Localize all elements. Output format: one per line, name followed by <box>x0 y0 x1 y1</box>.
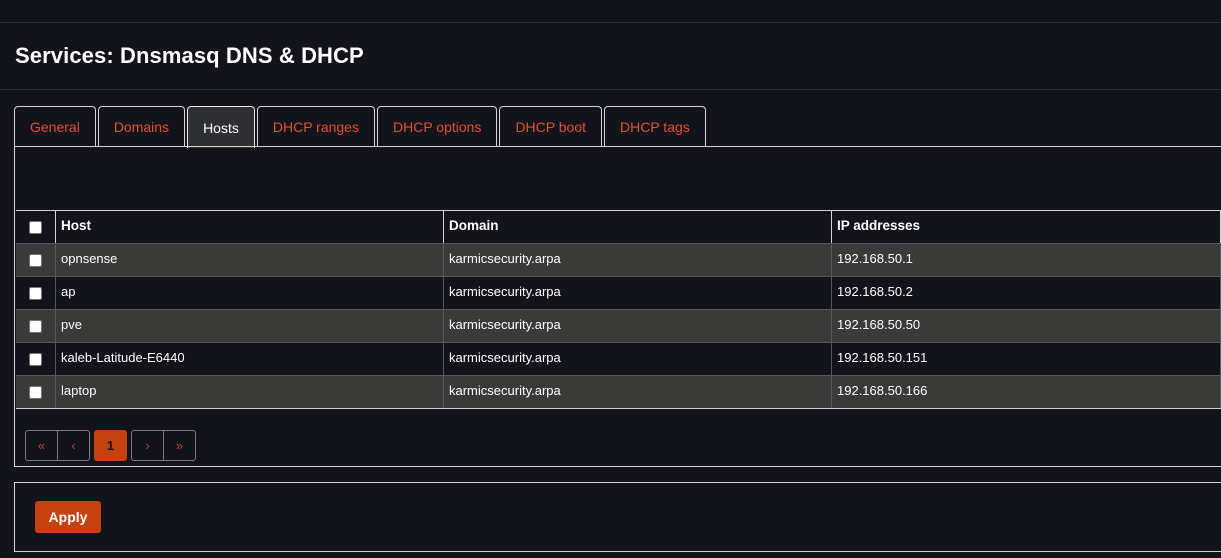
pager-back-group: « ‹ <box>25 430 90 461</box>
row-select-cell <box>16 277 56 309</box>
row-checkbox[interactable] <box>29 286 42 300</box>
tab-domains[interactable]: Domains <box>97 106 186 147</box>
ip-cell: 192.168.50.2 <box>832 277 1221 309</box>
tab-dhcp-options[interactable]: DHCP options <box>376 106 498 147</box>
table-row[interactable]: ap karmicsecurity.arpa 192.168.50.2 <box>16 277 1221 310</box>
select-all-cell <box>16 211 56 243</box>
first-page-button[interactable]: « <box>25 430 58 461</box>
tab-dhcp-boot[interactable]: DHCP boot <box>499 106 602 147</box>
apply-panel: Apply <box>14 482 1221 552</box>
select-all-checkbox[interactable] <box>29 220 42 234</box>
tab-dhcp-ranges[interactable]: DHCP ranges <box>256 106 375 147</box>
row-checkbox[interactable] <box>29 352 42 366</box>
host-cell: pve <box>56 310 444 342</box>
domain-cell: karmicsecurity.arpa <box>444 244 832 276</box>
column-header-domain[interactable]: Domain <box>444 211 832 243</box>
row-checkbox[interactable] <box>29 385 42 399</box>
grid-header-row: Host Domain IP addresses <box>16 211 1221 244</box>
page-title: Services: Dnsmasq DNS & DHCP <box>15 43 364 68</box>
pager-forward-group: › » <box>131 430 196 461</box>
ip-cell: 192.168.50.166 <box>832 376 1221 408</box>
pagination: « ‹ 1 › » <box>25 430 200 461</box>
row-checkbox[interactable] <box>29 253 42 267</box>
next-page-button[interactable]: › <box>131 430 164 461</box>
top-navbar <box>0 0 1221 23</box>
prev-page-button[interactable]: ‹ <box>57 430 90 461</box>
table-row[interactable]: pve karmicsecurity.arpa 192.168.50.50 <box>16 310 1221 343</box>
ip-cell: 192.168.50.1 <box>832 244 1221 276</box>
table-row[interactable]: kaleb-Latitude-E6440 karmicsecurity.arpa… <box>16 343 1221 376</box>
row-select-cell <box>16 343 56 375</box>
table-row[interactable]: laptop karmicsecurity.arpa 192.168.50.16… <box>16 376 1221 408</box>
hosts-panel: Host Domain IP addresses opnsense karmic… <box>14 146 1221 467</box>
ip-cell: 192.168.50.151 <box>832 343 1221 375</box>
ip-cell: 192.168.50.50 <box>832 310 1221 342</box>
host-cell: laptop <box>56 376 444 408</box>
last-page-button[interactable]: » <box>163 430 196 461</box>
tab-general[interactable]: General <box>14 106 96 147</box>
row-select-cell <box>16 376 56 408</box>
page-1-button[interactable]: 1 <box>94 430 127 461</box>
host-cell: opnsense <box>56 244 444 276</box>
table-row[interactable]: opnsense karmicsecurity.arpa 192.168.50.… <box>16 244 1221 277</box>
domain-cell: karmicsecurity.arpa <box>444 376 832 408</box>
domain-cell: karmicsecurity.arpa <box>444 277 832 309</box>
domain-cell: karmicsecurity.arpa <box>444 343 832 375</box>
column-header-ip-addresses[interactable]: IP addresses <box>832 211 1221 243</box>
tab-dhcp-tags[interactable]: DHCP tags <box>604 106 706 147</box>
pager-pages-group: 1 <box>94 430 127 461</box>
hosts-grid: Host Domain IP addresses opnsense karmic… <box>16 210 1221 409</box>
apply-button[interactable]: Apply <box>35 501 101 533</box>
tab-hosts[interactable]: Hosts <box>187 106 255 148</box>
tab-bar: General Domains Hosts DHCP ranges DHCP o… <box>14 106 708 148</box>
host-cell: kaleb-Latitude-E6440 <box>56 343 444 375</box>
row-checkbox[interactable] <box>29 319 42 333</box>
row-select-cell <box>16 244 56 276</box>
row-select-cell <box>16 310 56 342</box>
column-header-host[interactable]: Host <box>56 211 444 243</box>
domain-cell: karmicsecurity.arpa <box>444 310 832 342</box>
host-cell: ap <box>56 277 444 309</box>
